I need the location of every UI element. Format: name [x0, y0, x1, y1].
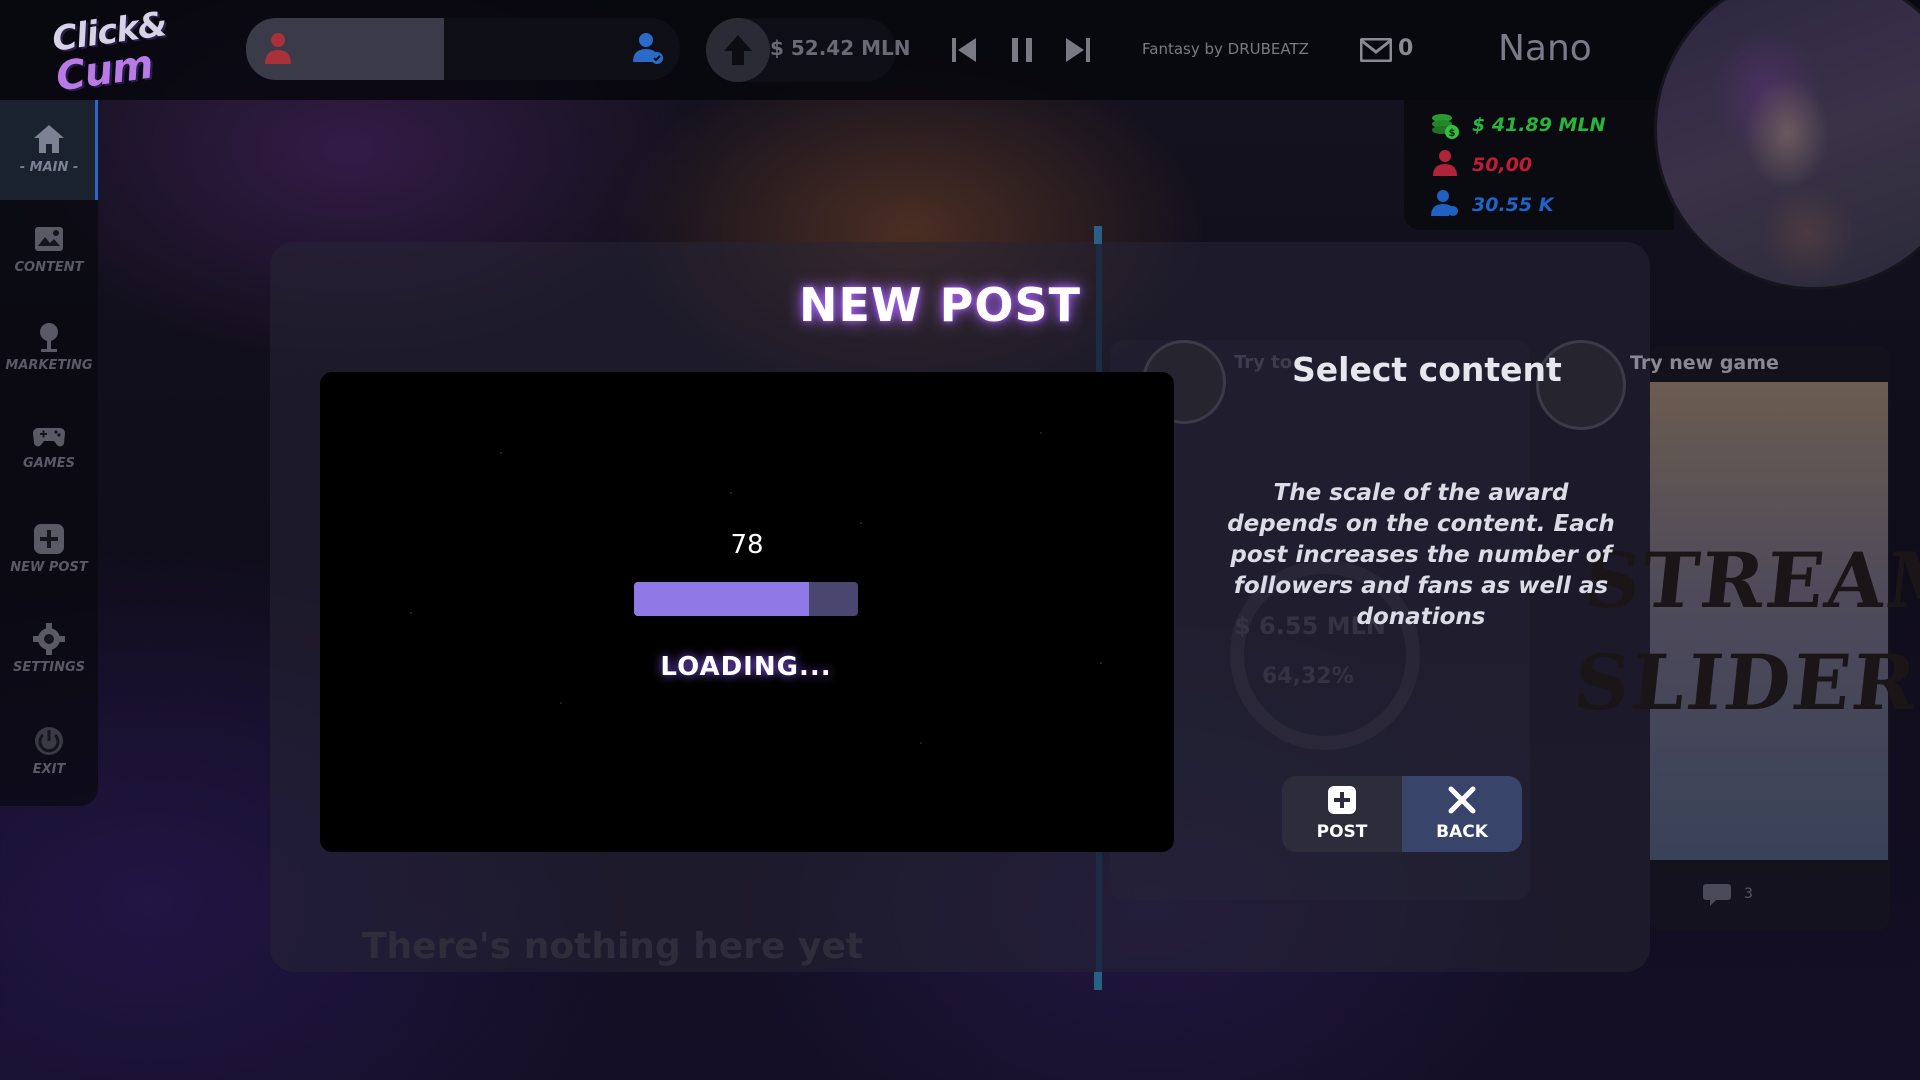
sidebar-item-label: NEW POST: [10, 560, 88, 575]
gear-icon: [33, 623, 65, 655]
stat-followers: 30.55 K: [1472, 194, 1554, 216]
dialog-title: NEW POST: [798, 278, 1081, 332]
progress-bar-fill: [634, 582, 809, 616]
content-icon: [35, 227, 63, 251]
game-title-line-1: STREAM: [1580, 536, 1920, 625]
game-cover-title: STREAM SLIDER: [1569, 530, 1920, 734]
game-title-line-2: SLIDER: [1570, 638, 1920, 727]
sidebar-item-label: - MAIN -: [19, 160, 79, 175]
sidebar-item-label: EXIT: [32, 762, 66, 777]
fan-icon: [265, 33, 291, 64]
stat-fans: 50,00: [1472, 154, 1533, 176]
top-money-value: $ 52.42 MLN: [770, 36, 911, 60]
game-logo: Click& Cum: [48, 4, 169, 100]
scroll-divider-bottom-cap: [1094, 972, 1102, 990]
sidebar-item-label: GAMES: [23, 456, 75, 471]
mail-icon[interactable]: [1360, 38, 1392, 62]
award-description: The scale of the award depends on the co…: [1227, 480, 1615, 630]
sidebar-item-games[interactable]: GAMES: [0, 396, 98, 496]
stat-money: $ 41.89 MLN: [1472, 114, 1606, 136]
scroll-divider-top-cap: [1094, 226, 1102, 244]
avatar[interactable]: [1654, 0, 1920, 290]
select-content-title: Select content: [1292, 350, 1562, 389]
skip-previous-icon[interactable]: [944, 30, 984, 70]
pause-icon[interactable]: [1002, 30, 1042, 70]
upgrade-button[interactable]: [706, 18, 770, 82]
sidebar-item-label: CONTENT: [14, 260, 84, 275]
fan-icon: [1433, 150, 1457, 176]
gamepad-icon: [33, 428, 65, 447]
sidebar-item-main[interactable]: - MAIN -: [0, 100, 98, 200]
power-icon: [35, 727, 63, 755]
follower-icon: [1431, 190, 1458, 216]
sidebar-item-label: MARKETING: [5, 358, 93, 373]
plus-icon: [1328, 786, 1356, 814]
skip-next-icon[interactable]: [1058, 30, 1098, 70]
try-new-game-label: Try new game: [1630, 352, 1779, 374]
close-icon: [1448, 786, 1476, 814]
back-button-label: BACK: [1436, 822, 1488, 842]
card-try-text: Try to: [1234, 352, 1293, 373]
post-button[interactable]: POST: [1282, 776, 1402, 852]
empty-feed-text: There's nothing here yet: [362, 926, 864, 967]
mail-count: 0: [1398, 36, 1414, 61]
home-icon: [34, 125, 64, 153]
comment-icon: [1703, 884, 1731, 906]
up-arrow-icon: [724, 35, 752, 65]
post-button-label: POST: [1316, 822, 1368, 842]
track-name: Fantasy by DRUBEATZ: [1142, 40, 1309, 58]
loading-text: LOADING...: [660, 652, 832, 682]
svg-text:$: $: [1449, 128, 1456, 139]
sidebar-item-settings[interactable]: SETTINGS: [0, 600, 98, 700]
money-icon: $: [1432, 114, 1459, 139]
follower-icon: [633, 33, 663, 64]
comment-count: 3: [1744, 886, 1753, 902]
back-button[interactable]: BACK: [1402, 776, 1522, 852]
username: Nano: [1498, 28, 1592, 69]
sidebar-item-exit[interactable]: EXIT: [0, 702, 98, 802]
